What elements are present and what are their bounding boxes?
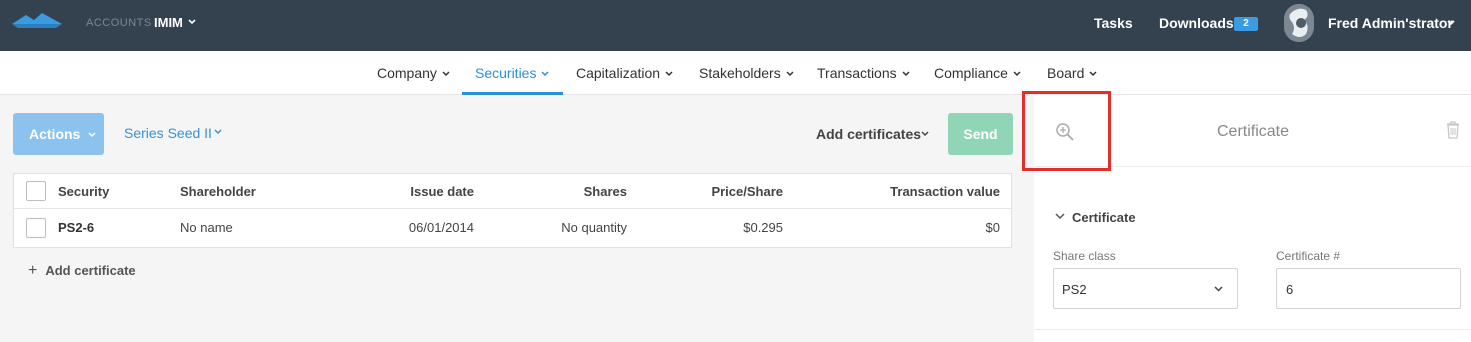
nav-item-label: Securities [475, 65, 537, 81]
security-cell[interactable]: PS2-6 [58, 220, 94, 235]
share-class-label: Share class [1053, 249, 1116, 263]
certificate-number-value: 6 [1286, 282, 1294, 297]
chevron-down-icon[interactable] [214, 129, 222, 135]
add-certificate-link[interactable]: + Add certificate [28, 262, 136, 280]
table-row[interactable]: PS2-6 No name 06/01/2014 No quantity $0.… [14, 209, 1011, 247]
chevron-down-icon [1214, 286, 1223, 292]
chevron-down-icon [1013, 71, 1021, 77]
shareholder-cell: No name [180, 220, 233, 235]
plus-icon: + [28, 262, 38, 279]
chevron-down-icon [786, 71, 794, 77]
nav-item-company[interactable]: Company [377, 51, 450, 95]
chevron-down-icon [665, 71, 673, 77]
row-checkbox[interactable] [26, 218, 46, 238]
nav-item-label: Board [1047, 65, 1085, 81]
column-header-shareholder[interactable]: Shareholder [180, 184, 256, 199]
nav-item-securities[interactable]: Securities [475, 51, 549, 95]
nav-item-label: Stakeholders [699, 65, 781, 81]
nav-item-compliance[interactable]: Compliance [934, 51, 1021, 95]
share-class-value: PS2 [1062, 282, 1087, 297]
divider [1034, 329, 1471, 330]
certificate-number-label: Certificate # [1276, 249, 1341, 263]
certificates-table: Security Shareholder Issue date Shares P… [13, 173, 1012, 248]
nav-item-capitalization[interactable]: Capitalization [576, 51, 673, 95]
section-title[interactable]: Certificate [1072, 210, 1136, 225]
issue-date-cell: 06/01/2014 [408, 220, 474, 235]
downloads-link[interactable]: Downloads [1159, 15, 1234, 31]
transaction-value-cell: $0 [985, 220, 1000, 235]
nav-item-label: Company [377, 65, 437, 81]
chevron-down-icon [88, 132, 96, 138]
chevron-down-icon[interactable] [1055, 213, 1065, 220]
shares-cell: No quantity [561, 220, 627, 235]
column-header-issue-date[interactable]: Issue date [354, 184, 474, 199]
chevron-down-icon [541, 71, 549, 77]
add-certificate-label: Add certificate [45, 263, 136, 278]
chevron-down-icon[interactable] [1447, 20, 1455, 26]
panel-header: Certificate [1022, 91, 1471, 171]
downloads-count-badge: 2 [1234, 17, 1258, 31]
chevron-down-icon [442, 71, 450, 77]
chevron-down-icon [1089, 71, 1097, 77]
accounts-label: ACCOUNTS [86, 17, 152, 29]
chevron-down-icon[interactable] [188, 19, 196, 25]
column-header-security[interactable]: Security [58, 184, 109, 199]
send-button[interactable]: Send [948, 113, 1013, 155]
nav-item-transactions[interactable]: Transactions [817, 51, 910, 95]
panel-title: Certificate [1217, 123, 1290, 140]
table-header: Security Shareholder Issue date Shares P… [14, 174, 1011, 209]
column-header-shares[interactable]: Shares [507, 184, 627, 199]
nav-item-label: Transactions [817, 65, 897, 81]
select-all-checkbox[interactable] [26, 181, 46, 201]
nav-item-label: Capitalization [576, 65, 661, 81]
chevron-down-icon [902, 71, 910, 77]
user-menu[interactable]: Fred Admin'strator [1328, 15, 1453, 31]
price-share-cell: $0.295 [743, 220, 783, 235]
logo-icon[interactable] [12, 12, 62, 28]
column-header-price-share[interactable]: Price/Share [663, 184, 783, 199]
trash-icon[interactable] [1446, 121, 1460, 139]
add-certificates-dropdown[interactable]: Add certificates [816, 126, 921, 142]
highlight-box [1022, 91, 1111, 171]
column-header-transaction-value[interactable]: Transaction value [840, 184, 1000, 199]
share-class-select[interactable]: PS2 [1053, 268, 1238, 309]
chevron-down-icon[interactable] [921, 131, 929, 137]
top-bar: ACCOUNTS IMIM Tasks Downloads 2 Fred Adm… [0, 0, 1471, 51]
tasks-link[interactable]: Tasks [1094, 15, 1133, 31]
nav-item-stakeholders[interactable]: Stakeholders [699, 51, 794, 95]
actions-button[interactable]: Actions [13, 113, 104, 155]
main-nav: Company Securities Capitalization Stakeh… [0, 51, 1471, 95]
active-tab-indicator [462, 92, 563, 95]
certificate-panel: Certificate Certificate Share class PS2 … [1022, 91, 1471, 342]
series-selector[interactable]: Series Seed II [124, 125, 212, 141]
certificate-number-field[interactable]: 6 [1276, 268, 1461, 309]
account-switcher[interactable]: IMIM [154, 15, 183, 30]
actions-label: Actions [29, 126, 81, 142]
nav-item-label: Compliance [934, 65, 1008, 81]
avatar[interactable] [1284, 4, 1314, 42]
nav-item-board[interactable]: Board [1047, 51, 1097, 95]
